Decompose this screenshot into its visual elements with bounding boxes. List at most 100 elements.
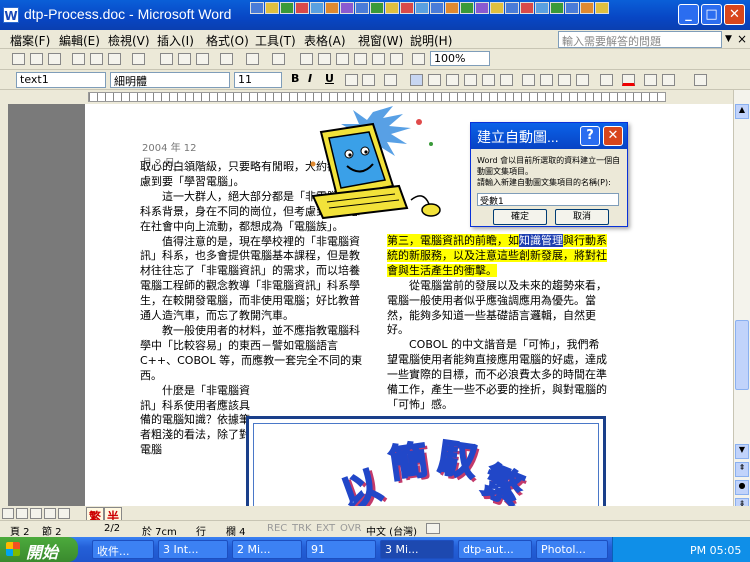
italic-button[interactable]: I [308,72,312,85]
taskbar-item[interactable]: 3 Int... [158,540,228,559]
status-bar: 頁 2 節 2 2/2 於 7cm 行 欄 4 REC TRK EXT OVR … [0,520,750,538]
new-document-icon[interactable] [12,53,25,65]
font-size-combo[interactable]: 11 [234,72,282,88]
numbering-icon[interactable] [522,74,535,86]
normal-view-icon[interactable] [2,508,14,519]
phonetic-guide-icon[interactable] [644,74,657,86]
scroll-up-icon[interactable]: ▲ [735,104,749,119]
scroll-down-icon[interactable]: ▼ [735,444,749,459]
previous-page-icon[interactable]: ⇞ [735,462,749,477]
dialog-close-button[interactable]: ✕ [603,126,623,146]
line-spacing-icon[interactable] [500,74,513,86]
right-column[interactable]: 第三，電腦資訊的前瞻，如知識管理與行動系統的新服務，以及注意這些創新發展，將對社… [387,234,609,413]
format-painter-icon[interactable] [220,53,233,65]
outline-view-icon[interactable] [44,508,56,519]
align-right-icon[interactable] [446,74,459,86]
character-shading-icon[interactable] [362,74,375,86]
redo-icon[interactable] [272,53,285,65]
menu-window[interactable]: 視窗(W) [358,32,403,49]
print-preview-icon[interactable] [108,53,121,65]
taskbar-item[interactable]: 91 [306,540,376,559]
menu-tools[interactable]: 工具(T) [255,32,296,49]
menu-edit[interactable]: 編輯(E) [59,32,100,49]
columns-icon[interactable] [372,53,385,65]
underline-button[interactable]: U [325,72,334,85]
taskbar-item[interactable]: Photol... [536,540,608,559]
document-close-button[interactable]: × [737,32,747,46]
highlight-icon[interactable] [600,74,613,86]
help-search-input[interactable]: 輸入需要解答的問題 [558,31,722,48]
drawing-icon[interactable] [390,53,403,65]
scroll-thumb[interactable] [735,320,749,390]
reading-layout-icon[interactable] [58,508,70,519]
status-trk[interactable]: TRK [292,523,312,534]
distributed-icon[interactable] [482,74,495,86]
align-center-icon[interactable] [428,74,441,86]
decrease-indent-icon[interactable] [558,74,571,86]
insert-excel-icon[interactable] [354,53,367,65]
menu-file[interactable]: 檔案(F) [10,32,50,49]
status-ovr[interactable]: OVR [340,523,361,534]
vertical-ruler[interactable] [0,104,8,520]
justify-icon[interactable] [464,74,477,86]
spelling-status-icon[interactable] [426,523,440,534]
tables-borders-icon[interactable] [318,53,331,65]
taskbar-item-active[interactable]: 3 Mi... [380,540,454,559]
character-scale-icon[interactable] [384,74,397,86]
permission-icon[interactable] [72,53,85,65]
copy-icon[interactable] [178,53,191,65]
document-page[interactable]: 2004 年 12 月 2 日 取心的白領階級，只要略有閒暇，大約都會考慮到要「… [85,104,733,520]
selected-text[interactable]: 知識管理 [519,234,563,247]
toolbar-options-icon[interactable] [694,74,707,86]
autotext-dialog[interactable]: 建立自動圖... ? ✕ Word 會以目前所選取的資料建立一個自動圖文集項目。… [470,122,628,227]
web-layout-icon[interactable] [16,508,28,519]
bullets-icon[interactable] [540,74,553,86]
style-combo[interactable]: text1 [16,72,106,88]
cancel-button[interactable]: 取消 [555,209,609,225]
dialog-help-button[interactable]: ? [580,126,600,146]
menu-format[interactable]: 格式(O) [206,32,249,49]
spelling-icon[interactable] [132,53,145,65]
status-ext[interactable]: EXT [316,523,335,534]
menu-insert[interactable]: 插入(I) [157,32,194,49]
word-app-icon[interactable]: W [3,7,19,23]
computer-clipart[interactable] [303,104,453,229]
enclose-characters-icon[interactable] [662,74,675,86]
show-hide-icon[interactable] [412,53,425,65]
vertical-scrollbar[interactable]: ▲ ▼ ⇞ ● ⇟ [733,90,750,520]
start-button[interactable]: 開始 [0,537,78,562]
taskbar-item[interactable]: 收件... [92,540,154,559]
wordart-frame[interactable]: 以 簡 馭 繁 [246,416,606,520]
cut-icon[interactable] [160,53,173,65]
hyperlink-icon[interactable] [300,53,313,65]
print-layout-icon[interactable] [30,508,42,519]
chevron-down-icon[interactable]: ▼ [725,34,732,44]
insert-table-icon[interactable] [336,53,349,65]
menu-view[interactable]: 檢視(V) [108,32,150,49]
open-icon[interactable] [30,53,43,65]
taskbar-item[interactable]: dtp-aut... [458,540,532,559]
font-combo[interactable]: 細明體 [110,72,230,88]
status-rec[interactable]: REC [267,523,287,534]
autotext-name-input[interactable]: 受數1 [477,193,619,207]
horizontal-ruler[interactable] [0,90,750,104]
print-icon[interactable] [90,53,103,65]
menu-table[interactable]: 表格(A) [304,32,346,49]
save-icon[interactable] [48,53,61,65]
font-color-icon[interactable] [622,74,635,86]
zoom-combo[interactable]: 100% [430,51,490,66]
undo-icon[interactable] [246,53,259,65]
taskbar-item[interactable]: 2 Mi... [232,540,302,559]
quick-launch-icons[interactable] [250,2,660,28]
browse-object-icon[interactable]: ● [735,480,749,495]
minimize-button[interactable]: _ [678,4,699,25]
close-button[interactable]: ✕ [724,4,745,25]
menu-help[interactable]: 說明(H) [410,32,452,49]
maximize-button[interactable]: □ [701,4,722,25]
align-left-icon[interactable] [410,74,423,86]
character-border-icon[interactable] [345,74,358,86]
increase-indent-icon[interactable] [576,74,589,86]
paste-icon[interactable] [196,53,209,65]
bold-button[interactable]: B [291,72,299,85]
ok-button[interactable]: 確定 [493,209,547,225]
